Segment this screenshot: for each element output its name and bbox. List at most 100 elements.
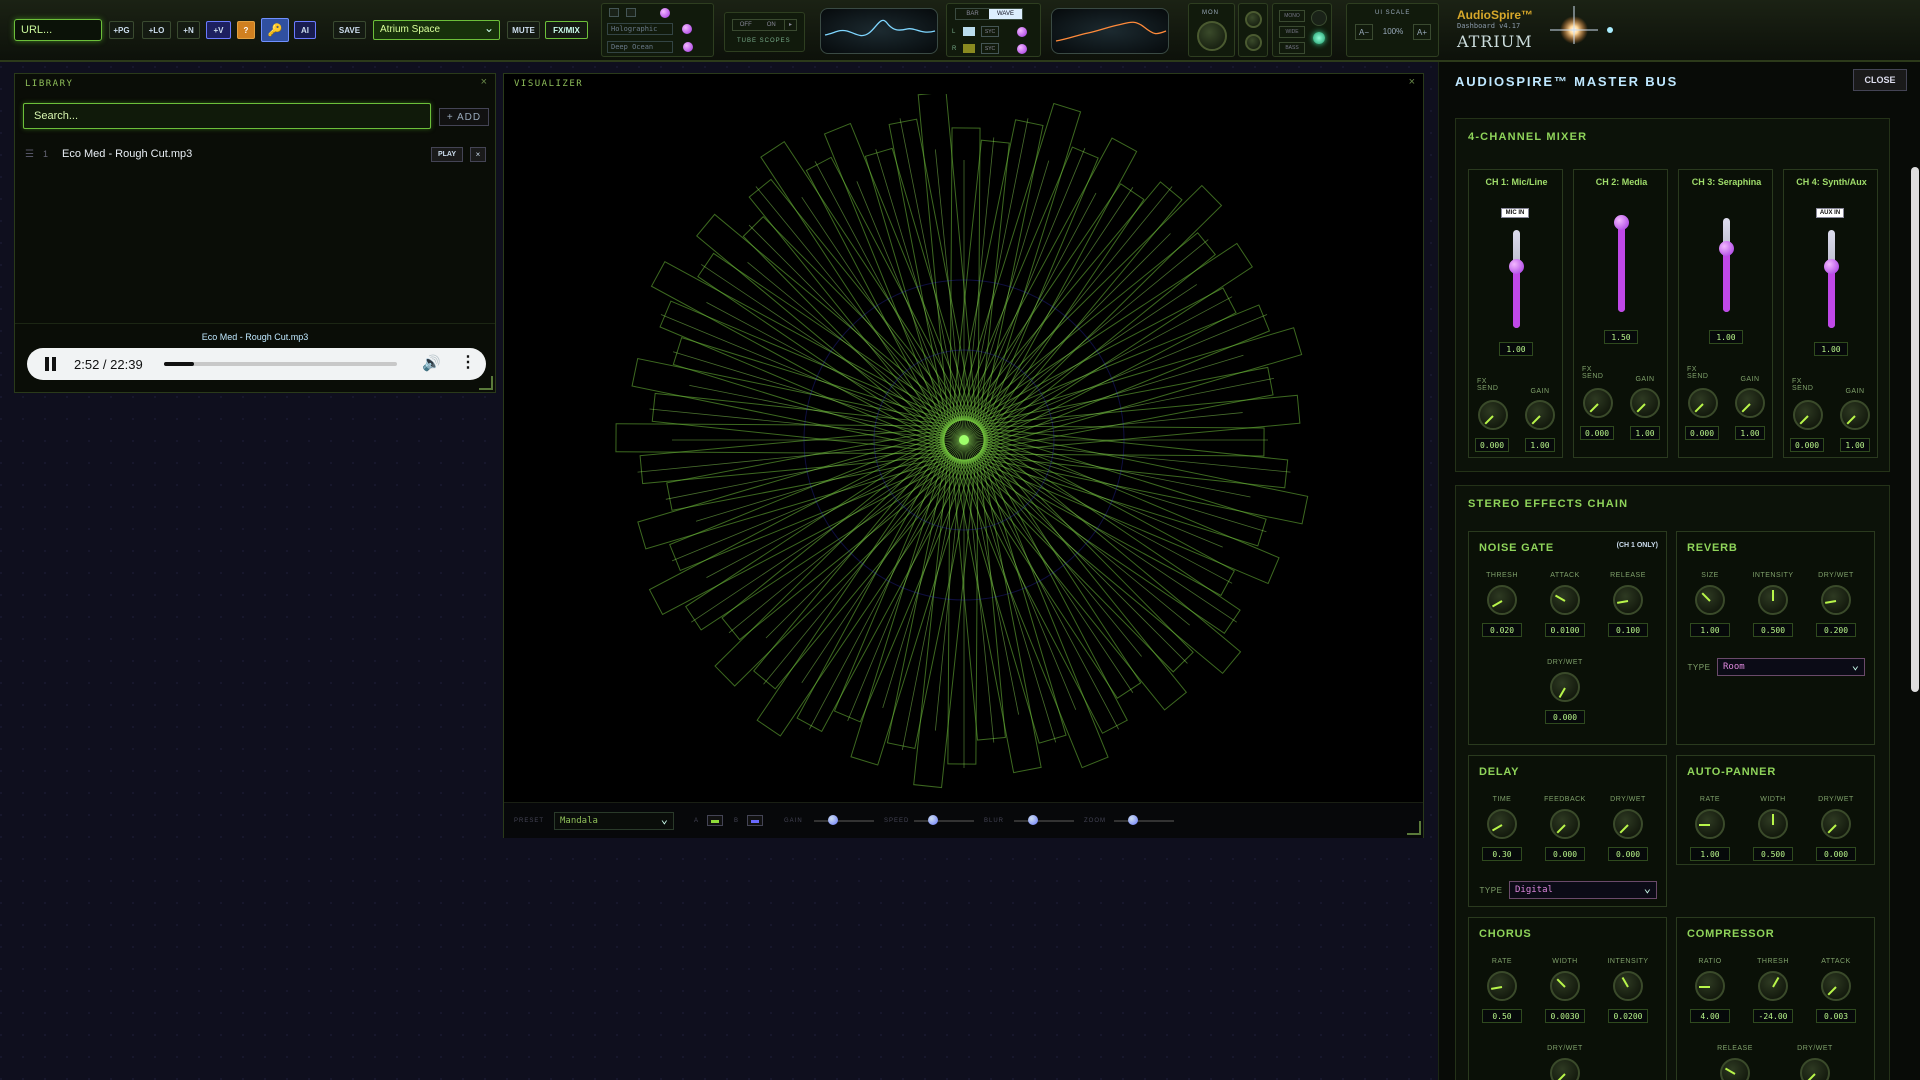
blur-slider[interactable] — [1014, 815, 1074, 825]
left-color-swatch[interactable] — [963, 27, 975, 36]
delay-feedback-knob[interactable] — [1550, 809, 1580, 839]
chorus-intensity-knob[interactable] — [1613, 971, 1643, 1001]
chorus-rate-knob[interactable] — [1487, 971, 1517, 1001]
theme-orb-2[interactable] — [682, 24, 692, 34]
chorus-width-knob[interactable] — [1550, 971, 1580, 1001]
theme-orb-3[interactable] — [683, 42, 693, 52]
bar-mode-button[interactable]: BAR — [956, 9, 989, 19]
compressor-ratio-knob[interactable] — [1695, 971, 1725, 1001]
noise_gate-attack-knob[interactable] — [1550, 585, 1580, 615]
mute-button[interactable]: MUTE — [507, 21, 540, 39]
monitor-mode-a[interactable] — [1245, 11, 1262, 28]
url-input[interactable]: URL... — [14, 19, 102, 41]
gain-slider[interactable] — [814, 815, 874, 825]
left-level-orb[interactable] — [1017, 27, 1027, 37]
visualizer-resize-handle-icon[interactable] — [1407, 821, 1421, 835]
search-input[interactable]: Search... — [23, 103, 431, 129]
right-color-swatch[interactable] — [963, 44, 975, 53]
gain-slider-thumb[interactable] — [828, 815, 838, 825]
channel-fader-thumb[interactable] — [1719, 241, 1734, 256]
theme-toggle-a[interactable] — [609, 8, 619, 17]
bass-button[interactable]: BASS — [1279, 42, 1305, 54]
reverb-size-knob[interactable] — [1695, 585, 1725, 615]
volume-icon[interactable]: 🔊 — [422, 354, 441, 372]
add-new-button[interactable]: +N — [177, 21, 200, 39]
fx-send-knob[interactable] — [1793, 400, 1823, 430]
add-video-button[interactable]: +V — [206, 21, 231, 39]
autopanner-rate-knob[interactable] — [1695, 809, 1725, 839]
scale-down-button[interactable]: A− — [1355, 24, 1373, 40]
reverb-intensity-knob[interactable] — [1758, 585, 1788, 615]
gain-knob[interactable] — [1525, 400, 1555, 430]
compressor-dry-wet-knob[interactable] — [1800, 1058, 1830, 1080]
tube-on-button[interactable]: ON — [759, 20, 785, 30]
save-button[interactable]: SAVE — [333, 21, 366, 39]
theme-toggle-b[interactable] — [626, 8, 636, 17]
right-level-orb[interactable] — [1017, 44, 1027, 54]
fx-mix-button[interactable]: FX/MIX — [545, 21, 588, 39]
delay-type-select[interactable]: Digital — [1509, 881, 1657, 899]
key-button[interactable]: 🔑 — [261, 18, 289, 42]
gain-knob[interactable] — [1840, 400, 1870, 430]
channel-fader-thumb[interactable] — [1614, 215, 1629, 230]
drag-handle-icon[interactable]: ☰ — [25, 149, 34, 160]
wave-mode-button[interactable]: WAVE — [989, 9, 1022, 19]
speed-slider[interactable] — [914, 815, 974, 825]
audio-player[interactable]: 2:52 / 22:39 🔊 ⋮ — [27, 348, 486, 380]
theme-option-holographic[interactable]: Holographic — [607, 23, 673, 35]
track-play-button[interactable]: PLAY — [431, 147, 463, 162]
mono-button[interactable]: MONO — [1279, 10, 1305, 22]
reverb-type-select[interactable]: Room — [1717, 658, 1865, 676]
color-b-swatch[interactable] — [747, 815, 763, 826]
monitor-knob[interactable] — [1197, 21, 1227, 51]
gain-knob[interactable] — [1735, 388, 1765, 418]
blur-slider-thumb[interactable] — [1028, 815, 1038, 825]
zoom-slider[interactable] — [1114, 815, 1174, 825]
library-close-button[interactable]: × — [481, 76, 487, 88]
compressor-attack-knob[interactable] — [1821, 971, 1851, 1001]
theme-option-deep-ocean[interactable]: Deep Ocean — [607, 41, 673, 53]
reverb-dry-wet-knob[interactable] — [1821, 585, 1851, 615]
delay-dry-wet-knob[interactable] — [1613, 809, 1643, 839]
gain-knob[interactable] — [1630, 388, 1660, 418]
channel-fader-thumb[interactable] — [1824, 259, 1839, 274]
track-remove-button[interactable]: × — [470, 147, 486, 162]
channel-fader-thumb[interactable] — [1509, 259, 1524, 274]
visualizer-preset-select[interactable]: Mandala — [554, 812, 674, 830]
noise_gate-dry-wet-knob[interactable] — [1550, 672, 1580, 702]
autopanner-width-knob[interactable] — [1758, 809, 1788, 839]
resize-handle-icon[interactable] — [479, 376, 493, 390]
fx-send-knob[interactable] — [1583, 388, 1613, 418]
help-button[interactable]: ? — [237, 21, 255, 39]
visualizer-close-button[interactable]: × — [1409, 76, 1415, 88]
noise_gate-thresh-knob[interactable] — [1487, 585, 1517, 615]
noise_gate-release-knob[interactable] — [1613, 585, 1643, 615]
add-local-button[interactable]: +LO — [142, 21, 171, 39]
theme-orb[interactable] — [660, 8, 670, 18]
close-button[interactable]: CLOSE — [1853, 69, 1907, 91]
compressor-release-knob[interactable] — [1720, 1058, 1750, 1080]
pause-icon[interactable] — [45, 357, 49, 371]
sync-right-button[interactable]: SYC — [981, 43, 999, 54]
list-item[interactable]: ☰ 1 Eco Med - Rough Cut.mp3 PLAY × — [15, 145, 493, 167]
speed-slider-thumb[interactable] — [928, 815, 938, 825]
delay-time-knob[interactable] — [1487, 809, 1517, 839]
add-track-button[interactable]: + ADD — [439, 108, 489, 126]
add-playlist-button[interactable]: +PG — [109, 21, 134, 39]
progress-track[interactable] — [164, 362, 397, 366]
wide-button[interactable]: WIDE — [1279, 26, 1305, 38]
sync-left-button[interactable]: SYC — [981, 26, 999, 37]
color-a-swatch[interactable] — [707, 815, 723, 826]
scale-up-button[interactable]: A+ — [1413, 24, 1431, 40]
ai-button[interactable]: AI — [294, 21, 316, 39]
tube-off-button[interactable]: OFF — [733, 20, 759, 30]
monitor-mode-b[interactable] — [1245, 34, 1262, 51]
stereo-indicator[interactable] — [1311, 10, 1327, 26]
more-options-icon[interactable]: ⋮ — [460, 352, 476, 372]
tube-toggle[interactable]: ▸ — [784, 20, 796, 30]
scrollbar[interactable] — [1911, 167, 1919, 692]
compressor-thresh-knob[interactable] — [1758, 971, 1788, 1001]
preset-select[interactable]: Atrium Space — [373, 20, 500, 40]
fx-send-knob[interactable] — [1478, 400, 1508, 430]
fx-send-knob[interactable] — [1688, 388, 1718, 418]
